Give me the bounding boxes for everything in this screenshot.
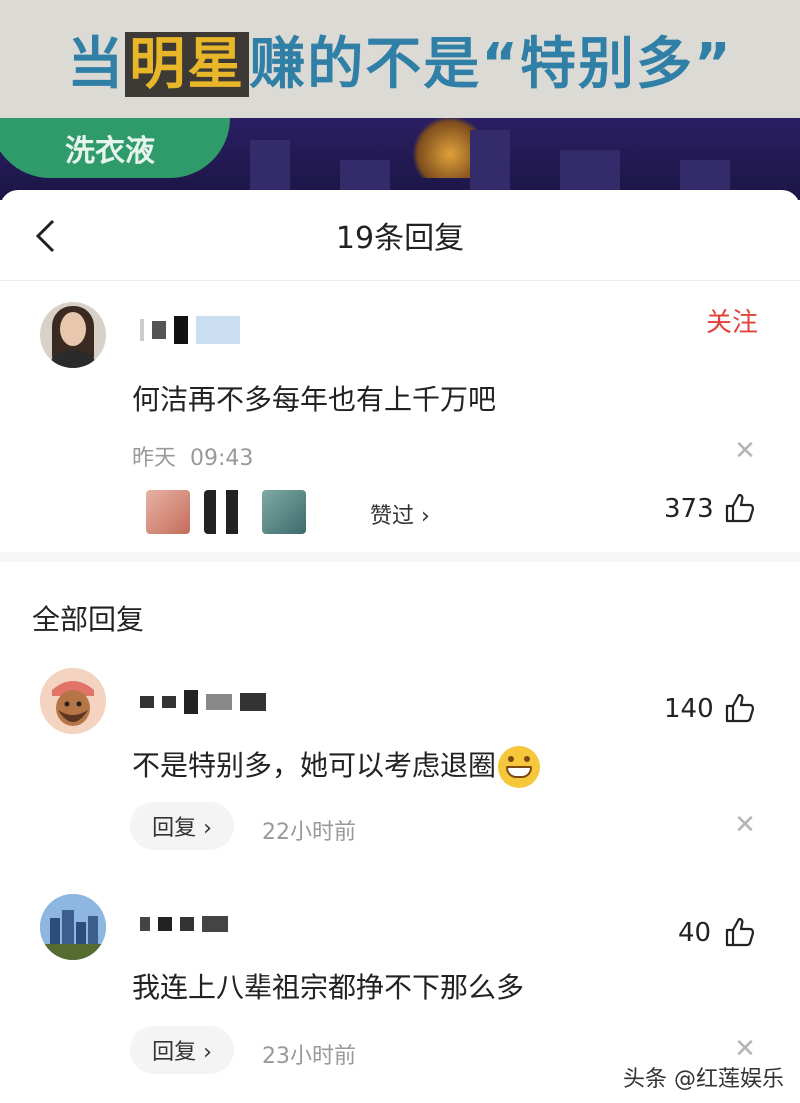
redaction-block <box>180 917 194 931</box>
avatar[interactable] <box>40 894 106 960</box>
chevron-left-icon <box>35 219 55 253</box>
sheet-title: 19条回复 <box>335 221 465 256</box>
sheet-header: 19条回复 <box>0 190 800 281</box>
liked-by-link[interactable]: 赞过 › <box>370 498 430 530</box>
liker-avatar <box>204 490 248 534</box>
redaction-block <box>174 316 188 344</box>
redaction-block <box>240 693 266 711</box>
reply-item: 40 我连上八辈祖宗都挣不下那么多 回复 › 23小时前 ✕ <box>0 888 800 1088</box>
username-redacted[interactable] <box>140 316 240 344</box>
banner-title-strip: 当明星赚的不是“特别多” <box>0 0 800 118</box>
banner-title-highlight: 明星 <box>125 31 250 97</box>
close-icon[interactable]: ✕ <box>730 810 760 840</box>
main-comment: 关注 何洁再不多每年也有上千万吧 昨天 09:43 ✕ 赞过 › 373 <box>0 280 800 562</box>
comment-text: 何洁再不多每年也有上千万吧 <box>132 383 497 416</box>
liker-avatar <box>146 490 190 534</box>
banner-title: 当明星赚的不是“特别多” <box>67 19 733 100</box>
thumbs-up-icon[interactable] <box>724 492 756 524</box>
redaction-block <box>140 917 150 931</box>
avatar-illustration <box>40 668 106 734</box>
banner-logo: 洗衣液 <box>0 118 230 178</box>
time-value: 09:43 <box>190 446 254 471</box>
like-count: 140 <box>664 694 714 724</box>
thumbs-up-icon[interactable] <box>724 692 756 724</box>
reply-button[interactable]: 回复 › <box>130 802 234 850</box>
reply-text-content: 不是特别多，她可以考虑退圈 <box>132 749 497 782</box>
close-icon[interactable]: ✕ <box>730 436 760 466</box>
close-icon[interactable]: ✕ <box>730 1034 760 1064</box>
username-redacted[interactable] <box>140 690 266 714</box>
reply-button[interactable]: 回复 › <box>130 1026 234 1074</box>
liker-avatar <box>262 490 306 534</box>
redaction-block <box>162 696 176 708</box>
back-button[interactable] <box>28 216 62 256</box>
username-redacted[interactable] <box>140 916 228 932</box>
grin-emoji-icon <box>498 746 541 788</box>
redaction-block <box>140 319 144 341</box>
redaction-block <box>202 916 228 932</box>
reply-item: 140 不是特别多，她可以考虑退圈 回复 › 22小时前 ✕ <box>0 660 800 860</box>
like-count: 40 <box>678 918 712 948</box>
avatar[interactable] <box>40 668 106 734</box>
redaction-block <box>152 321 166 339</box>
avatar-illustration <box>40 894 106 960</box>
like-count: 373 <box>664 494 714 524</box>
reply-text: 我连上八辈祖宗都挣不下那么多 <box>132 971 525 1004</box>
avatar[interactable] <box>40 302 106 368</box>
redaction-block <box>206 694 232 710</box>
reply-time: 23小时前 <box>262 1044 356 1069</box>
liker-avatars[interactable] <box>146 490 306 534</box>
video-banner[interactable]: 当明星赚的不是“特别多” 洗衣液 <box>0 0 800 200</box>
banner-title-part1: 当 <box>67 31 126 97</box>
thumbs-up-icon[interactable] <box>724 916 756 948</box>
avatar-face <box>60 312 86 346</box>
reply-text: 不是特别多，她可以考虑退圈 <box>132 744 541 788</box>
redaction-block <box>140 696 154 708</box>
follow-button[interactable]: 关注 <box>700 300 764 340</box>
comment-time: 昨天 09:43 <box>132 440 253 472</box>
banner-scene: 洗衣液 <box>0 118 800 200</box>
reply-sheet: 19条回复 关注 何洁再不多每年也有上千万吧 昨天 09:43 ✕ 赞过 › 3… <box>0 190 800 1103</box>
reply-time: 22小时前 <box>262 820 356 845</box>
redaction-block <box>196 316 240 344</box>
all-replies-heading: 全部回复 <box>32 603 145 636</box>
time-prefix: 昨天 <box>132 446 177 471</box>
redaction-block <box>158 917 172 931</box>
banner-title-part2: 赚的不是“特别多” <box>249 31 733 97</box>
redaction-block <box>184 690 198 714</box>
watermark: 头条 @红莲娱乐 <box>623 1067 784 1092</box>
